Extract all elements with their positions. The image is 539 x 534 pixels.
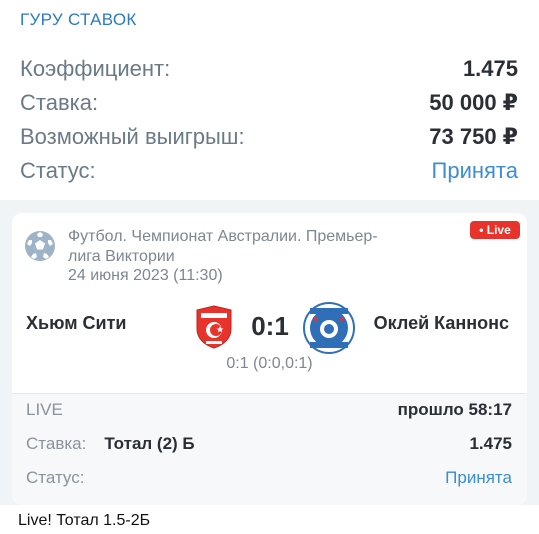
stake-row: Ставка: Тотал (2) Б 1.475 (26, 432, 512, 456)
odds-value: 1.475 (462, 56, 518, 81)
payout-value: 73 750 ₽ (429, 124, 518, 149)
away-team-crest-icon (303, 302, 355, 354)
bet-summary: ГУРУ СТАВОК Коэффициент: 1.475 Ставка: 5… (0, 0, 539, 200)
match-score: 0:1 (251, 311, 289, 341)
odds-label: Коэффициент: (20, 56, 171, 81)
stake-label: Ставка: (20, 90, 99, 115)
summary-row-payout: Возможный выигрыш: 73 750 ₽ (20, 121, 518, 153)
league-line-2: лига Виктории (68, 248, 175, 265)
match-datetime: 24 июня 2023 (11:30) (68, 267, 223, 284)
live-label: LIVE (26, 400, 63, 419)
status-label: Статус: (20, 158, 96, 183)
live-row: LIVE прошло 58:17 (26, 398, 512, 422)
bet-odds: 1.475 (469, 434, 512, 453)
soccer-ball-icon (25, 231, 55, 261)
summary-row-status: Статус: Принята (20, 155, 518, 187)
bet-details: LIVE прошло 58:17 Ставка: Тотал (2) Б 1.… (12, 393, 527, 505)
bet-market: Тотал (2) Б (104, 434, 195, 453)
status-value: Принята (431, 158, 518, 183)
league-line-1: Футбол. Чемпионат Австралии. Премьер- (68, 228, 378, 245)
bet-card-container: Футбол. Чемпионат Австралии. Премьер- ли… (0, 200, 539, 505)
league-name: Футбол. Чемпионат Австралии. Премьер- ли… (68, 227, 458, 267)
summary-row-odds: Коэффициент: 1.475 (20, 53, 518, 85)
channel-name[interactable]: ГУРУ СТАВОК (20, 10, 137, 30)
message-bubble: ГУРУ СТАВОК Коэффициент: 1.475 Ставка: 5… (0, 0, 539, 534)
elapsed-time: прошло 58:17 (397, 400, 512, 419)
message-caption: Live! Тотал 1.5-2Б (18, 512, 151, 529)
period-scores: 0:1 (0:0,0:1) (226, 355, 313, 372)
payout-label: Возможный выигрыш: (20, 124, 245, 149)
team-home: Хьюм Сити (26, 313, 127, 333)
team-away: Оклей Каннонс (373, 313, 509, 333)
bet-status-label: Статус: (26, 468, 85, 487)
summary-row-stake: Ставка: 50 000 ₽ (20, 87, 518, 119)
bet-status-value: Принята (445, 468, 512, 487)
live-badge: • Live (470, 221, 520, 239)
bet-stake-label: Ставка: (26, 434, 87, 453)
stake-value: 50 000 ₽ (429, 90, 518, 115)
home-team-crest-icon (196, 305, 232, 349)
bet-card[interactable]: Футбол. Чемпионат Австралии. Премьер- ли… (12, 213, 527, 505)
bet-status-row: Статус: Принята (26, 466, 512, 490)
